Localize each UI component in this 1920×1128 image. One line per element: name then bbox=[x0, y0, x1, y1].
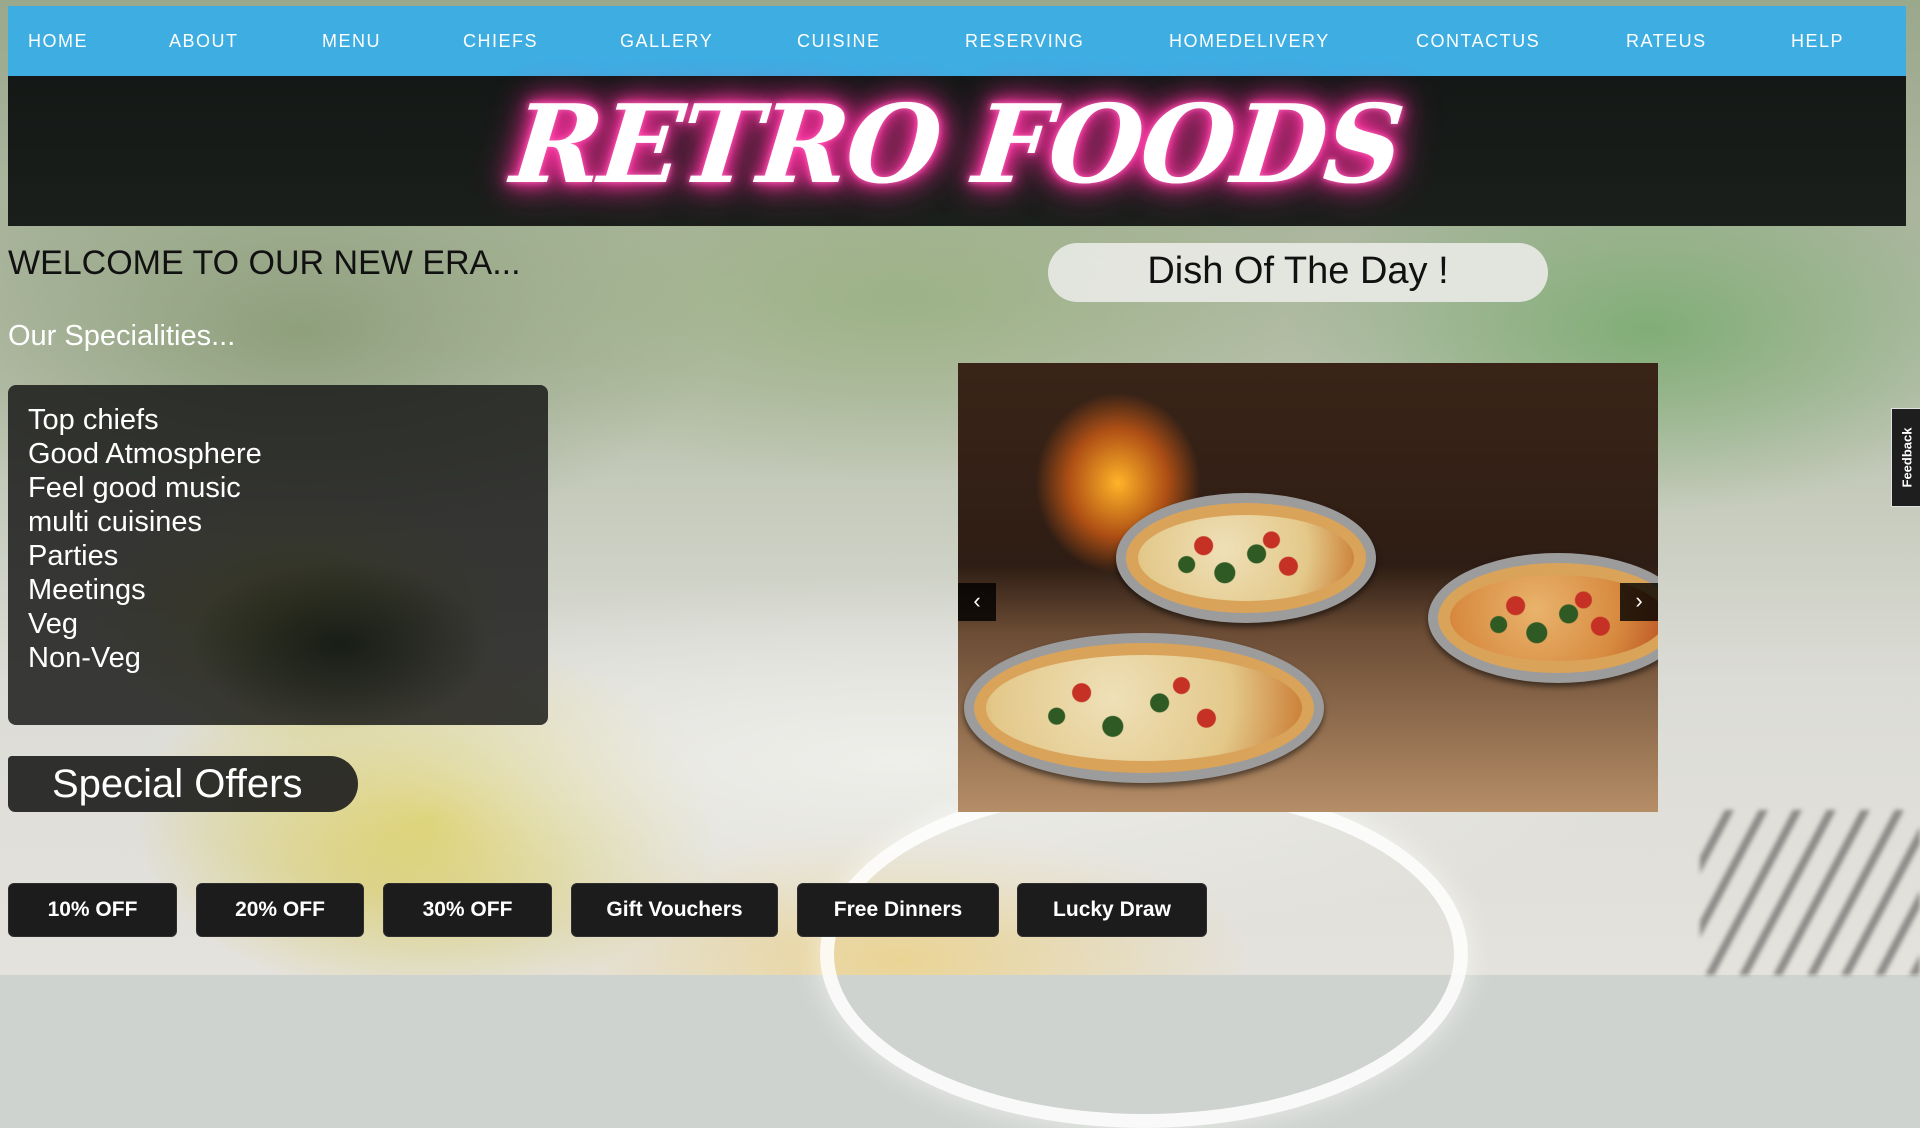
nav-homedelivery[interactable]: HOMEDELIVERY bbox=[1169, 6, 1330, 76]
top-navigation: HOME ABOUT MENU CHIEFS GALLERY CUISINE R… bbox=[8, 6, 1906, 76]
carousel-next-button[interactable]: › bbox=[1620, 583, 1658, 621]
nav-menu[interactable]: MENU bbox=[322, 6, 381, 76]
lucky-draw-button[interactable]: Lucky Draw bbox=[1017, 883, 1207, 937]
specialities-panel: Top chiefs Good Atmosphere Feel good mus… bbox=[8, 385, 548, 725]
specialities-heading: Our Specialities... bbox=[8, 320, 236, 352]
nav-chiefs[interactable]: CHIEFS bbox=[463, 6, 538, 76]
header-banner: RETRO FOODS bbox=[8, 76, 1906, 226]
site-logo: RETRO FOODS bbox=[506, 82, 1408, 208]
specialities-list: Top chiefs Good Atmosphere Feel good mus… bbox=[8, 385, 548, 675]
offer-20-off-button[interactable]: 20% OFF bbox=[196, 883, 364, 937]
nav-cuisine[interactable]: CUISINE bbox=[797, 6, 881, 76]
dish-carousel: ‹ › bbox=[958, 363, 1658, 812]
gift-vouchers-button[interactable]: Gift Vouchers bbox=[571, 883, 778, 937]
pizza-image bbox=[964, 633, 1324, 783]
free-dinners-button[interactable]: Free Dinners bbox=[797, 883, 999, 937]
nav-contactus[interactable]: CONTACTUS bbox=[1416, 6, 1540, 76]
nav-reserving[interactable]: RESERVING bbox=[965, 6, 1084, 76]
background-plate bbox=[820, 780, 1468, 1128]
carousel-slide-image bbox=[958, 363, 1658, 812]
special-offers-title: Special Offers bbox=[8, 756, 358, 812]
pizza-image bbox=[1116, 493, 1376, 623]
speciality-item: Meetings bbox=[28, 574, 146, 606]
speciality-item: Good Atmosphere bbox=[28, 438, 262, 470]
nav-rateus[interactable]: RATEUS bbox=[1626, 6, 1707, 76]
nav-home[interactable]: HOME bbox=[28, 6, 88, 76]
speciality-item: Veg bbox=[28, 608, 78, 640]
welcome-heading: WELCOME TO OUR NEW ERA... bbox=[8, 244, 521, 282]
speciality-item: multi cuisines bbox=[28, 506, 203, 538]
nav-help[interactable]: HELP bbox=[1791, 6, 1844, 76]
carousel-prev-button[interactable]: ‹ bbox=[958, 583, 996, 621]
dish-of-the-day-title: Dish Of The Day ! bbox=[1048, 243, 1548, 302]
feedback-tab[interactable]: Feedback bbox=[1891, 408, 1920, 507]
speciality-item: Parties bbox=[28, 540, 119, 572]
feedback-label: Feedback bbox=[1899, 427, 1915, 488]
offer-10-off-button[interactable]: 10% OFF bbox=[8, 883, 177, 937]
speciality-item: Feel good music bbox=[28, 472, 241, 504]
nav-about[interactable]: ABOUT bbox=[169, 6, 239, 76]
nav-gallery[interactable]: GALLERY bbox=[620, 6, 713, 76]
speciality-item: Top chiefs bbox=[28, 404, 159, 436]
speciality-item: Non-Veg bbox=[28, 642, 141, 674]
background-fork bbox=[1700, 810, 1920, 975]
offer-30-off-button[interactable]: 30% OFF bbox=[383, 883, 552, 937]
